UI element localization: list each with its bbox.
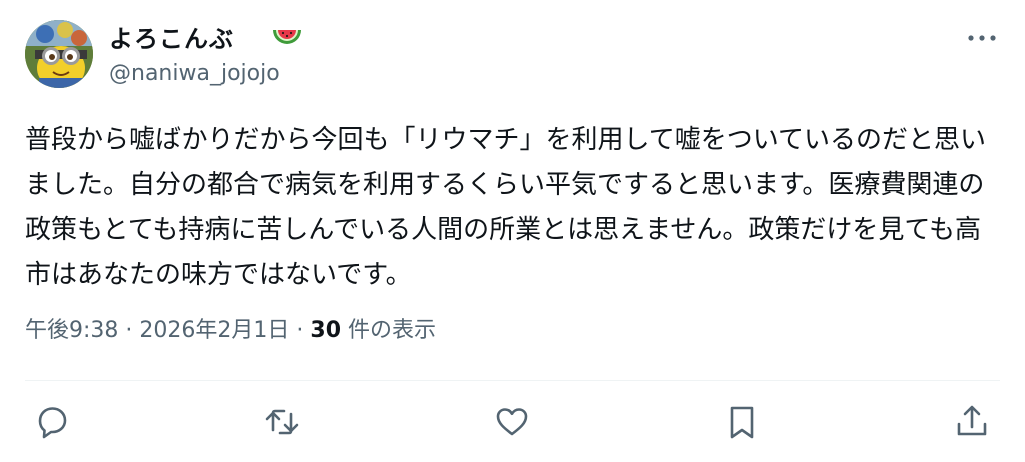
divider (25, 380, 1000, 381)
tweet-meta: 午後9:38 · 2026年2月1日 · 30 件の表示 (25, 315, 436, 347)
tweet-time[interactable]: 午後9:38 (25, 318, 118, 343)
share-icon (957, 405, 987, 436)
retweet-button[interactable] (260, 400, 304, 444)
more-button[interactable] (962, 24, 1002, 52)
bookmark-icon (730, 406, 754, 439)
user-handle[interactable]: @naniwa_jojojo (109, 59, 280, 89)
meta-separator: · (296, 318, 304, 343)
views-count[interactable]: 30 (310, 318, 341, 343)
tweet-text: 普段から嘘ばかりだから今回も「リウマチ」を利用して嘘をついているのだと思いました… (25, 125, 986, 290)
like-icon (496, 408, 528, 436)
meta-separator: · (125, 318, 133, 343)
avatar-image (25, 20, 93, 88)
reply-button[interactable] (30, 400, 74, 444)
views-label[interactable]: 件の表示 (348, 318, 436, 343)
retweet-icon (265, 409, 299, 435)
tweet-card: よろこんぶ @naniwa_jojojo 普段から嘘ばかりだから今回も「リウマチ… (0, 0, 1025, 462)
like-button[interactable] (490, 400, 534, 444)
tweet-date[interactable]: 2026年2月1日 (139, 318, 289, 343)
bookmark-button[interactable] (720, 400, 764, 444)
more-icon (968, 35, 996, 41)
display-name[interactable]: よろこんぶ (109, 23, 234, 55)
share-button[interactable] (950, 400, 994, 444)
reply-icon (38, 407, 67, 439)
avatar[interactable] (25, 20, 93, 88)
watermelon-emoji-icon (273, 30, 301, 44)
